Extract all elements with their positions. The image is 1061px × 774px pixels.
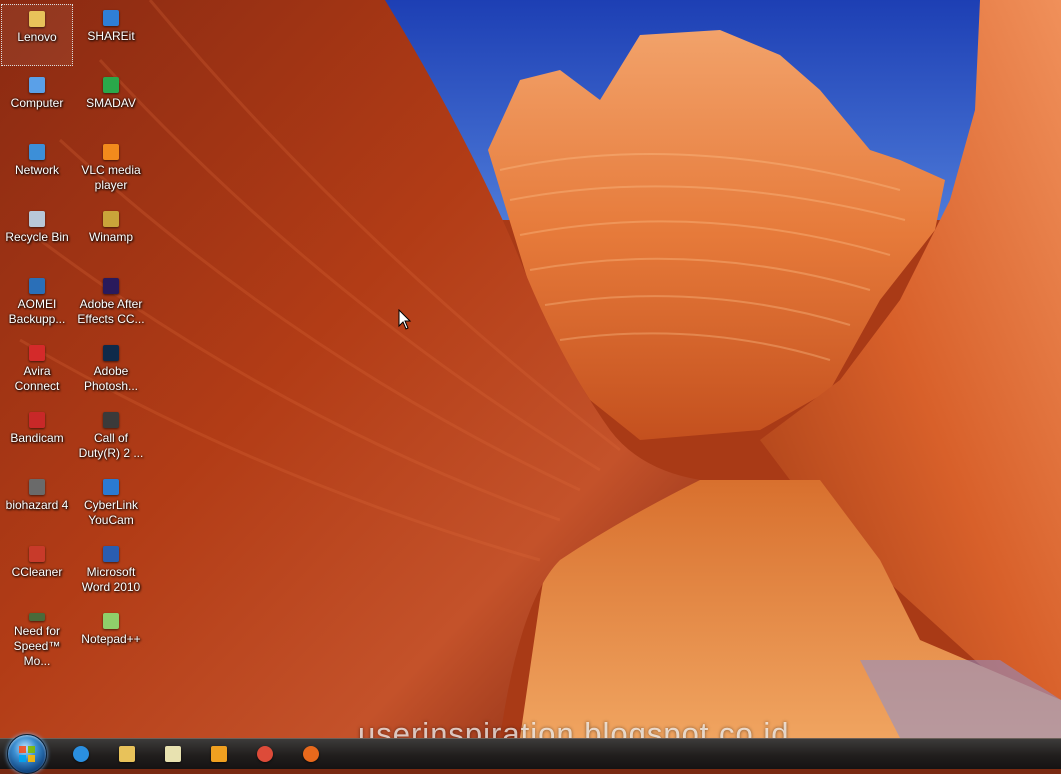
photoshop-icon — [103, 345, 119, 361]
call-of-duty-icon — [103, 412, 119, 428]
biohazard-icon — [29, 479, 45, 495]
desktop-icon-label: Need for Speed™ Mo... — [13, 624, 61, 668]
desktop-icon-area: Lenovo SHAREit Computer SMADAV Network VLC me… — [0, 0, 150, 738]
desktop-icon[interactable]: CCleaner — [1, 540, 73, 602]
desktop-icon[interactable]: Winamp — [75, 205, 147, 267]
desktop-icon-label: VLC media player — [81, 163, 141, 192]
ccleaner-icon — [29, 546, 45, 562]
desktop-icon-label: Microsoft Word 2010 — [81, 565, 141, 594]
internet-explorer-icon — [73, 746, 89, 762]
desktop-icon-label: Call of Duty(R) 2 ... — [78, 431, 144, 460]
avira-icon — [29, 345, 45, 361]
desktop-icon[interactable]: Microsoft Word 2010 — [75, 540, 147, 602]
file-explorer-icon — [119, 746, 135, 762]
winamp-icon — [103, 211, 119, 227]
desktop-icon-label: Notepad++ — [81, 632, 141, 646]
aomei-backupper-icon — [29, 278, 45, 294]
firefox-icon — [303, 746, 319, 762]
desktop-icon[interactable]: Adobe After Effects CC... — [75, 272, 147, 334]
desktop-icon-label: SMADAV — [86, 96, 136, 110]
network-icon — [29, 144, 45, 160]
desktop-icon-label: Lenovo — [17, 30, 57, 44]
recycle-bin-icon — [29, 211, 45, 227]
desktop-icon[interactable]: biohazard 4 — [1, 473, 73, 535]
desktop-icon[interactable]: SMADAV — [75, 71, 147, 133]
desktop-icon[interactable]: Call of Duty(R) 2 ... — [75, 406, 147, 468]
desktop-icon-label: Winamp — [88, 230, 133, 244]
notepad-icon — [165, 746, 181, 762]
chrome-icon — [257, 746, 273, 762]
desktop-icon-label: Network — [14, 163, 59, 177]
desktop-icon[interactable]: Avira Connect — [1, 339, 73, 401]
taskbar-pinned-app[interactable] — [162, 743, 184, 765]
desktop-icon-label: AOMEI Backupp... — [8, 297, 66, 326]
desktop-icon[interactable]: Need for Speed™ Mo... — [1, 607, 73, 669]
desktop-icon-label: Adobe After Effects CC... — [77, 297, 145, 326]
bandicam-icon — [29, 412, 45, 428]
desktop-icon[interactable]: VLC media player — [75, 138, 147, 200]
desktop-icon[interactable]: Notepad++ — [75, 607, 147, 669]
desktop-icon[interactable]: Network — [1, 138, 73, 200]
desktop-icon-label: Avira Connect — [14, 364, 60, 393]
taskbar — [0, 734, 1061, 774]
taskbar-pinned-app[interactable] — [300, 743, 322, 765]
desktop-icon-label: Computer — [10, 96, 64, 110]
computer-icon — [29, 77, 45, 93]
desktop-icon-label: Recycle Bin — [5, 230, 69, 244]
start-button[interactable] — [7, 734, 47, 774]
taskbar-pinned-app[interactable] — [70, 743, 92, 765]
desktop-icon-label: CCleaner — [11, 565, 63, 579]
windows-logo-icon — [19, 746, 35, 762]
taskbar-pinned-app[interactable] — [254, 743, 276, 765]
desktop-icon[interactable]: Recycle Bin — [1, 205, 73, 267]
desktop-icon[interactable]: Lenovo — [1, 4, 73, 66]
youcam-icon — [103, 479, 119, 495]
desktop-icon[interactable]: AOMEI Backupp... — [1, 272, 73, 334]
taskbar-pinned-app[interactable] — [116, 743, 138, 765]
desktop-icon-label: CyberLink YouCam — [83, 498, 139, 527]
desktop-icon[interactable]: Bandicam — [1, 406, 73, 468]
desktop-icon-label: biohazard 4 — [5, 498, 69, 512]
desktop-icon-label: Adobe Photosh... — [83, 364, 139, 393]
shareit-icon — [103, 10, 119, 26]
smadav-icon — [103, 77, 119, 93]
desktop-icon-label: SHAREit — [87, 29, 135, 43]
taskbar-pinned-app[interactable] — [208, 743, 230, 765]
desktop-icon-label: Bandicam — [10, 431, 64, 445]
word-icon — [103, 546, 119, 562]
desktop-icon[interactable]: CyberLink YouCam — [75, 473, 147, 535]
notepad-plus-plus-icon — [103, 613, 119, 629]
after-effects-icon — [103, 278, 119, 294]
need-for-speed-icon — [29, 613, 45, 621]
desktop-icon[interactable]: SHAREit — [75, 4, 147, 66]
desktop-icon[interactable]: Adobe Photosh... — [75, 339, 147, 401]
vlc-icon — [103, 144, 119, 160]
folder-icon — [29, 11, 45, 27]
desktop-icon[interactable]: Computer — [1, 71, 73, 133]
media-player-icon — [211, 746, 227, 762]
mouse-pointer-icon — [398, 309, 412, 330]
desktop-wallpaper — [0, 0, 1061, 738]
